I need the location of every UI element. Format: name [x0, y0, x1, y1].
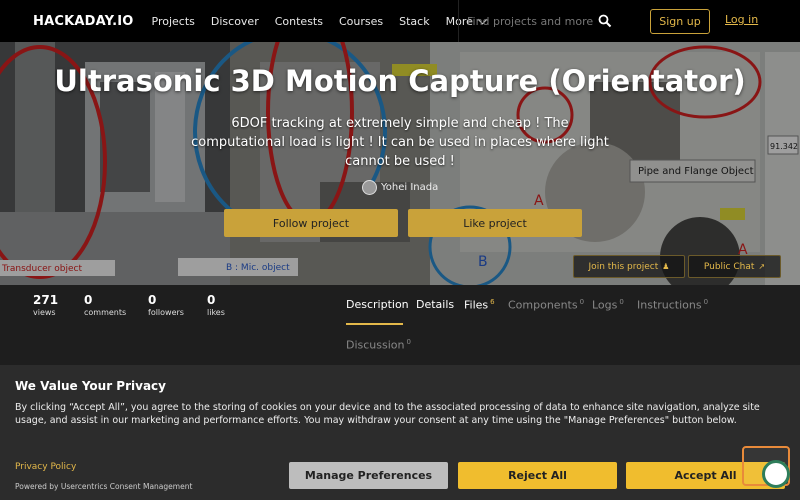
- nav-links: Projects Discover Contests Courses Stack…: [152, 14, 488, 28]
- consent-widget-icon[interactable]: [742, 446, 790, 488]
- tab-files-label: Files: [464, 298, 489, 312]
- external-link-icon: ↗: [758, 262, 766, 271]
- tab-instructions-label: Instructions: [637, 298, 702, 312]
- tab-logs[interactable]: Logs 0: [592, 298, 624, 312]
- privacy-consent-banner: We Value Your Privacy By clicking “Accep…: [0, 365, 800, 500]
- search-icon[interactable]: [598, 14, 612, 28]
- privacy-policy-link[interactable]: Privacy Policy: [15, 462, 76, 472]
- public-chat-label: Public Chat: [703, 261, 755, 272]
- like-project-button[interactable]: Like project: [408, 209, 582, 237]
- tab-logs-count: 0: [619, 298, 624, 306]
- project-description: 6DOF tracking at extremely simple and ch…: [191, 116, 609, 169]
- nav-link-projects[interactable]: Projects: [152, 15, 195, 28]
- stat-comments-label: comments: [84, 308, 127, 317]
- nav-link-stack[interactable]: Stack: [399, 15, 429, 28]
- tab-components-count: 0: [579, 298, 585, 306]
- signup-button[interactable]: Sign up: [650, 9, 710, 34]
- stat-views-value: 271: [33, 293, 59, 307]
- tab-instructions[interactable]: Instructions 0: [637, 298, 708, 312]
- site-logo[interactable]: HACKADAY.IO: [33, 14, 134, 29]
- search-bar[interactable]: Find projects and more: [458, 0, 618, 42]
- tab-description[interactable]: Description: [346, 298, 409, 311]
- nav-link-courses[interactable]: Courses: [339, 15, 383, 28]
- nav-link-discover[interactable]: Discover: [211, 15, 259, 28]
- tab-files[interactable]: Files 6: [464, 298, 495, 312]
- stat-followers-label: followers: [148, 308, 184, 317]
- project-stats-bar: 271 views 0 comments 0 followers 0 likes…: [0, 285, 800, 365]
- active-tab-indicator: [346, 323, 403, 325]
- stat-views-label: views: [33, 308, 56, 317]
- project-hero: Transducer object B : Mic. object Pipe a…: [0, 42, 800, 285]
- stat-followers-value: 0: [148, 293, 157, 307]
- author-name[interactable]: Yohei Inada: [381, 182, 438, 193]
- tab-components[interactable]: Components 0: [508, 298, 584, 312]
- tab-discussion-count: 0: [406, 338, 411, 346]
- user-plus-icon: ♟: [662, 262, 670, 271]
- join-project-button[interactable]: Join this project ♟: [573, 255, 685, 278]
- stat-views: 271 views: [33, 293, 58, 317]
- powered-by-text: Powered by Usercentrics Consent Manageme…: [15, 482, 193, 491]
- stat-followers: 0 followers: [148, 293, 184, 317]
- stat-likes: 0 likes: [207, 293, 225, 317]
- stat-likes-label: likes: [207, 308, 225, 317]
- tab-instructions-count: 0: [703, 298, 709, 306]
- follow-project-button[interactable]: Follow project: [224, 209, 398, 237]
- tab-components-label: Components: [508, 298, 578, 312]
- nav-link-contests[interactable]: Contests: [275, 15, 323, 28]
- stat-likes-value: 0: [207, 293, 216, 307]
- top-nav: HACKADAY.IO Projects Discover Contests C…: [0, 0, 800, 42]
- search-input[interactable]: Find projects and more: [467, 15, 593, 28]
- tab-discussion[interactable]: Discussion 0: [346, 338, 411, 352]
- privacy-title: We Value Your Privacy: [15, 379, 166, 393]
- login-link[interactable]: Log in: [725, 13, 758, 26]
- consent-toggle-icon: [762, 460, 790, 488]
- tab-files-count: 6: [490, 298, 495, 306]
- tab-logs-label: Logs: [592, 298, 618, 312]
- stat-comments-value: 0: [84, 293, 93, 307]
- stat-comments: 0 comments: [84, 293, 126, 317]
- reject-all-button[interactable]: Reject All: [458, 462, 617, 489]
- project-title: Ultrasonic 3D Motion Capture (Orientator…: [54, 64, 746, 98]
- avatar[interactable]: [362, 180, 377, 195]
- project-author[interactable]: Yohei Inada: [362, 180, 438, 195]
- tab-details-label: Details: [416, 298, 455, 311]
- tab-details[interactable]: Details: [416, 298, 454, 311]
- join-project-label: Join this project: [588, 261, 659, 272]
- tab-description-label: Description: [346, 298, 409, 311]
- page: HACKADAY.IO Projects Discover Contests C…: [0, 0, 800, 500]
- public-chat-button[interactable]: Public Chat ↗: [688, 255, 781, 278]
- manage-preferences-button[interactable]: Manage Preferences: [289, 462, 448, 489]
- tab-discussion-label: Discussion: [346, 338, 405, 352]
- privacy-text: By clicking “Accept All”, you agree to t…: [15, 402, 760, 426]
